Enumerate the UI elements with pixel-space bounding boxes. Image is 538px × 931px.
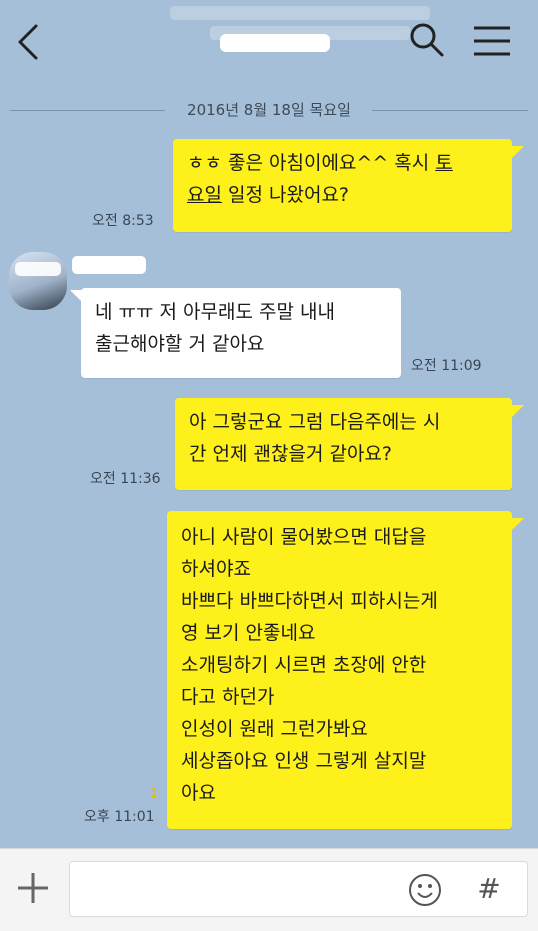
avatar[interactable] xyxy=(9,252,67,310)
chat-title-redacted xyxy=(190,24,350,60)
message-bubble-mine[interactable]: 아니 사람이 물어봤으면 대답을 하셔야죠 바쁘다 바쁘다하면서 피하시는게 영… xyxy=(167,511,512,829)
plus-icon xyxy=(18,873,48,903)
message-bubble-mine[interactable]: ㅎㅎ 좋은 아침이에요^^ 혹시 토요일 일정 나왔어요? xyxy=(173,139,512,232)
hashtag-search-button[interactable]: # xyxy=(474,871,504,907)
search-button[interactable] xyxy=(409,22,445,58)
message-time: 오전 11:09 xyxy=(411,358,482,374)
message-input[interactable] xyxy=(69,861,528,917)
bubble-tail xyxy=(512,405,524,417)
emoji-icon xyxy=(409,874,441,906)
chat-header xyxy=(0,0,538,86)
redaction-mark xyxy=(220,34,330,52)
message-bubble-mine[interactable]: 아 그렇군요 그럼 다음주에는 시 간 언제 괜찮을거 같아요? xyxy=(175,398,512,490)
sender-name-redacted xyxy=(72,256,146,274)
search-icon xyxy=(410,23,444,57)
message-composer: # xyxy=(0,848,538,931)
divider-line-right xyxy=(372,110,528,111)
date-divider: 2016년 8월 18일 목요일 xyxy=(0,98,538,122)
bubble-tail xyxy=(512,518,524,530)
message-text-part: 일정 나왔어요? xyxy=(221,184,350,206)
message-link-text[interactable]: 요일 xyxy=(187,184,222,206)
emoji-button[interactable] xyxy=(408,873,442,907)
back-button[interactable] xyxy=(10,22,50,62)
message-time: 오전 8:53 xyxy=(92,213,154,229)
chevron-left-icon xyxy=(18,24,38,60)
unread-count: 1 xyxy=(150,786,158,800)
menu-icon xyxy=(474,26,510,56)
redaction-mark xyxy=(15,262,61,276)
message-text-part: ㅎㅎ 좋은 아침이에요^^ 혹시 xyxy=(187,152,436,174)
attach-button[interactable] xyxy=(14,869,52,907)
message-time: 오후 11:01 xyxy=(84,809,155,825)
message-time: 오전 11:36 xyxy=(90,471,161,487)
bubble-tail xyxy=(512,146,524,158)
message-link-text[interactable]: 토 xyxy=(435,152,452,174)
message-bubble-theirs[interactable]: 네 ㅠㅠ 저 아무래도 주말 내내 출근해야할 거 같아요 xyxy=(81,288,401,378)
menu-button[interactable] xyxy=(470,22,514,60)
